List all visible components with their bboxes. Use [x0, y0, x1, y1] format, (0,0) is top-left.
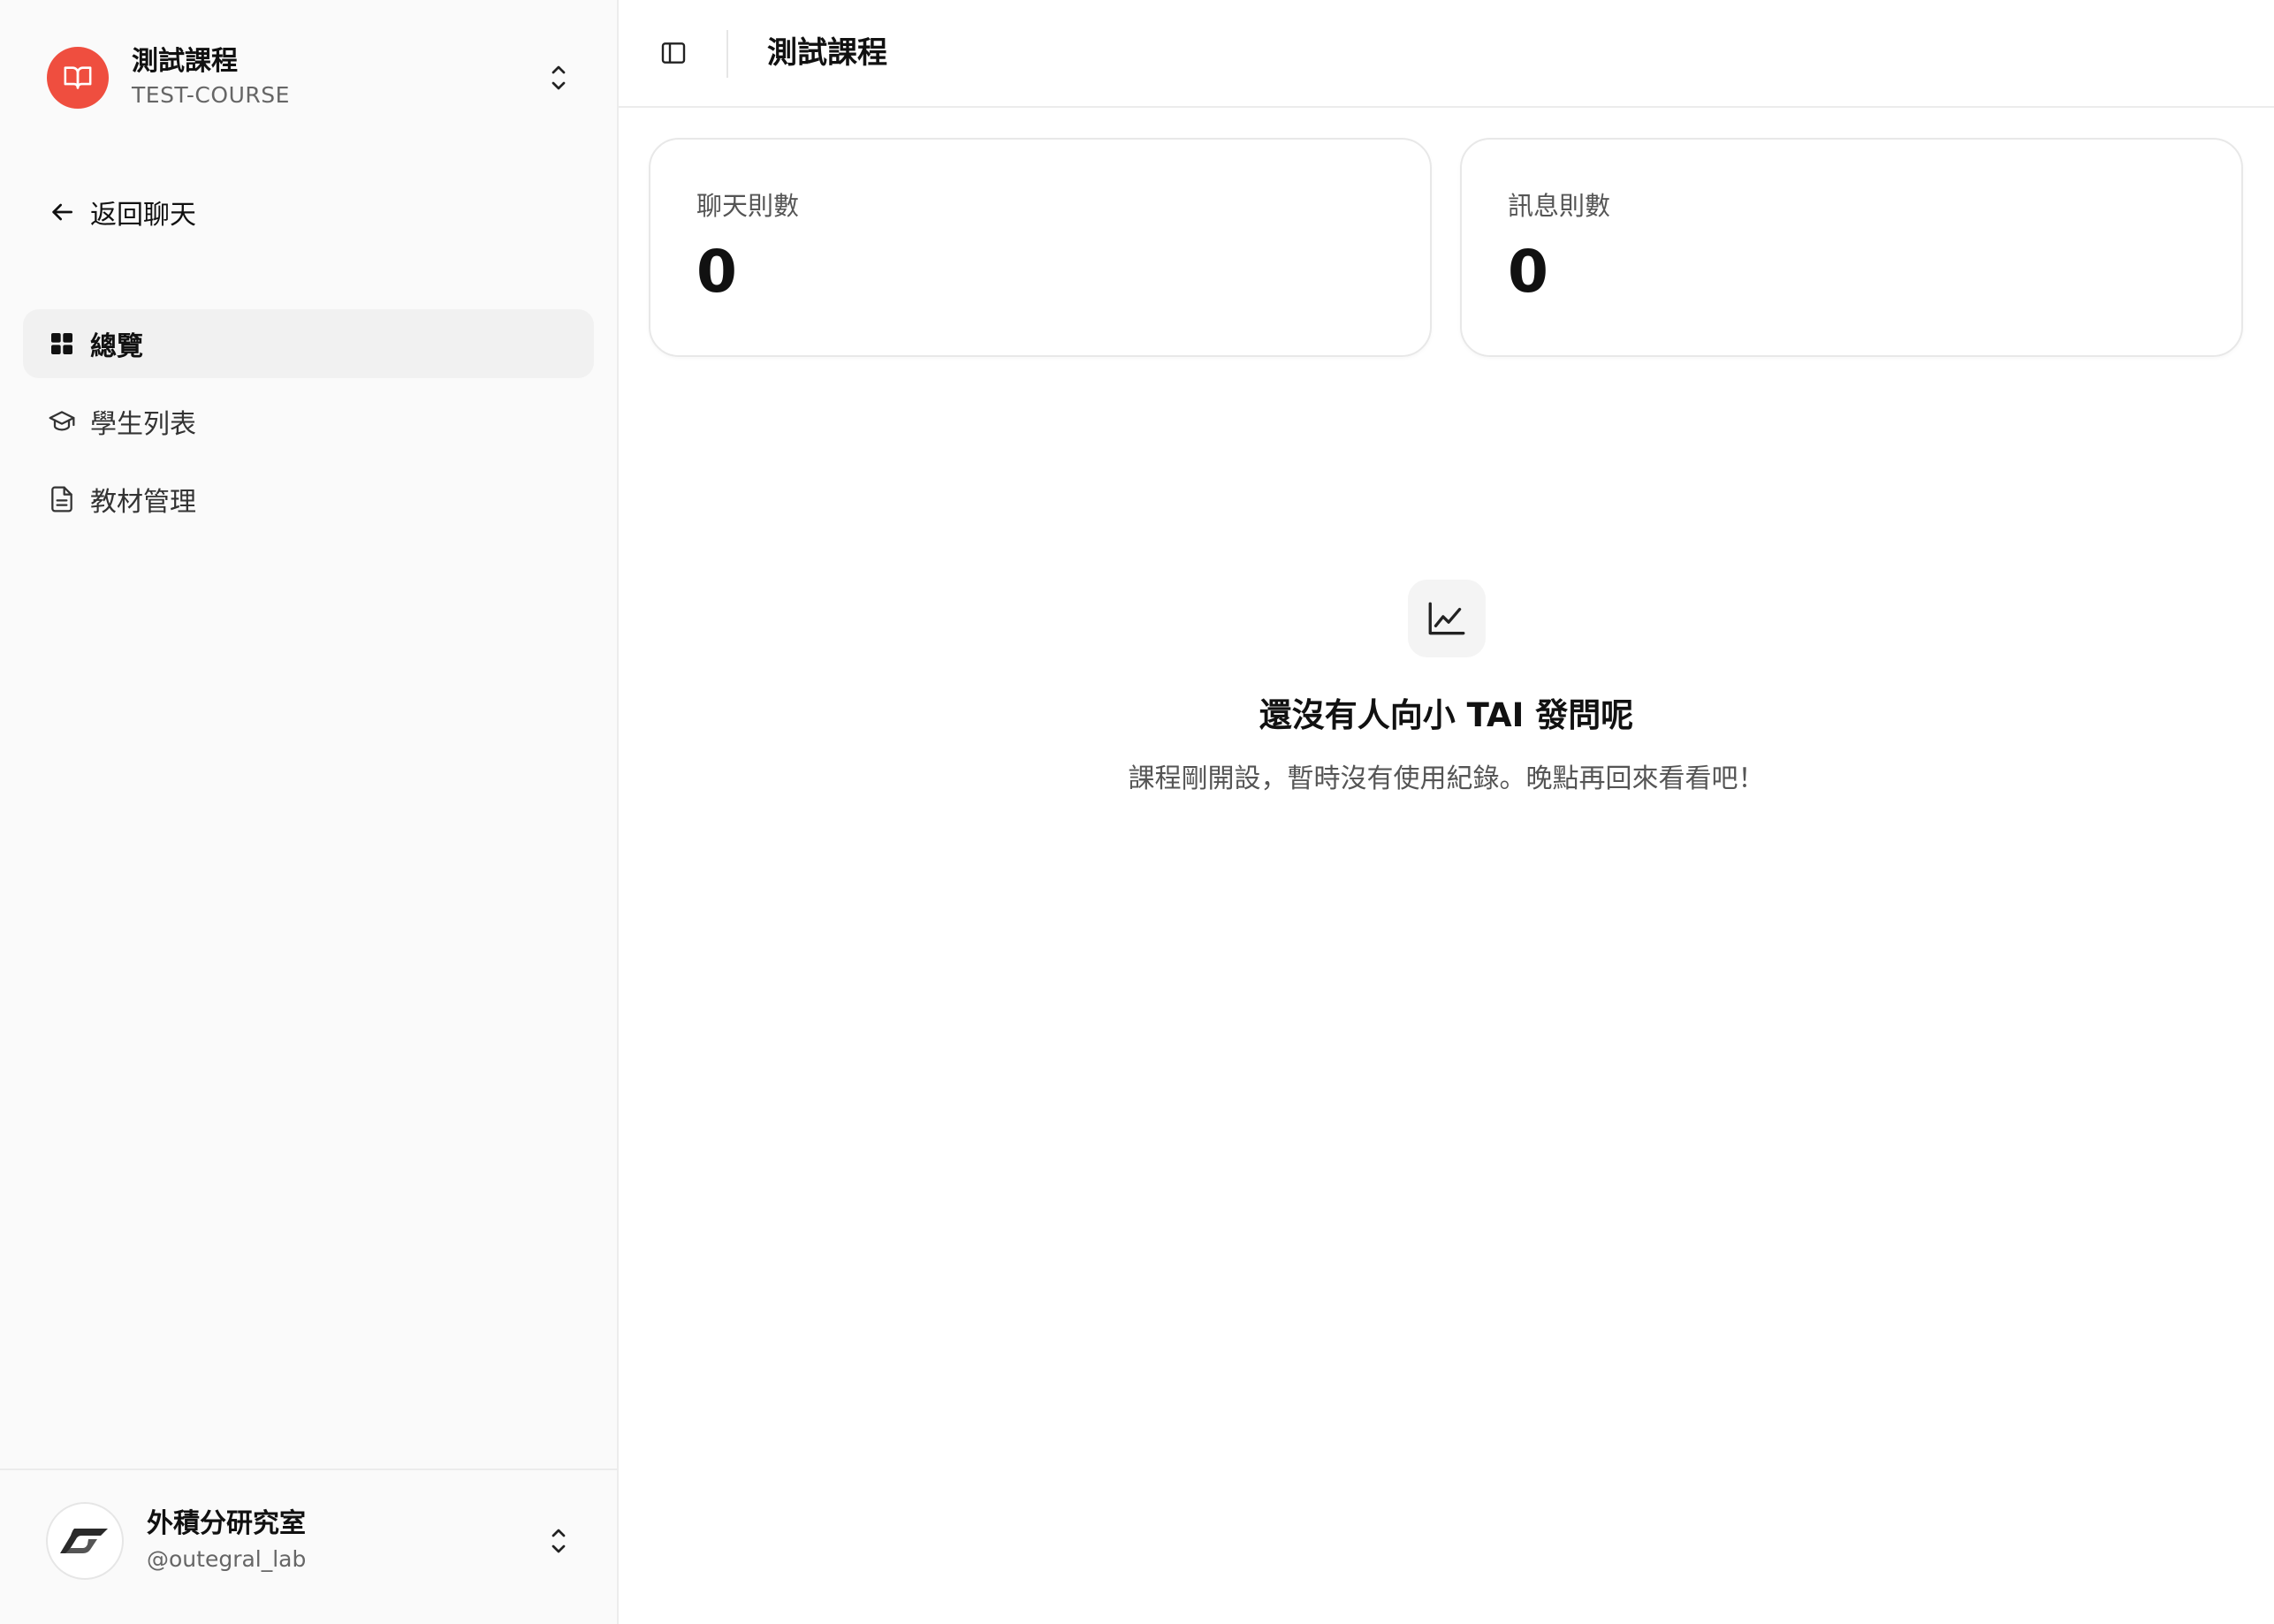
outegral-logo-icon	[60, 1529, 108, 1553]
org-switcher[interactable]: 外積分研究室 @outegral_lab	[23, 1488, 594, 1594]
stat-label: 訊息則數	[1508, 191, 1611, 221]
empty-state-icon-box	[1407, 580, 1486, 657]
course-text: 測試課程 TEST-COURSE	[132, 45, 290, 110]
org-avatar	[46, 1502, 124, 1580]
stats-row: 聊天則數 0 訊息則數 0	[649, 138, 2243, 357]
sidebar-item-label: 總覽	[90, 331, 143, 362]
sidebar-nav: 總覽 學生列表 教材管理	[23, 309, 594, 543]
line-chart-icon	[1428, 602, 1464, 635]
sidebar-item-overview[interactable]: 總覽	[23, 309, 594, 378]
page-title: 測試課程	[767, 35, 887, 71]
course-code: TEST-COURSE	[132, 82, 290, 108]
stat-label: 聊天則數	[696, 191, 800, 221]
topbar: 測試課程	[619, 0, 2274, 108]
course-switcher[interactable]: 測試課程 TEST-COURSE	[23, 27, 594, 129]
back-to-chat-label: 返回聊天	[90, 200, 196, 231]
sidebar-item-label: 學生列表	[90, 409, 196, 440]
back-to-chat-link[interactable]: 返回聊天	[23, 186, 594, 239]
stat-value: 0	[1508, 238, 1548, 306]
sidebar-footer: 外積分研究室 @outegral_lab	[0, 1468, 617, 1624]
arrow-left-icon	[52, 203, 72, 221]
sidebar-toggle-button[interactable]	[654, 34, 693, 72]
sidebar-item-materials[interactable]: 教材管理	[23, 465, 594, 534]
org-text: 外積分研究室 @outegral_lab	[147, 1506, 306, 1575]
org-name: 外積分研究室	[147, 1508, 306, 1539]
empty-state-description: 課程剛開設，暫時沒有使用紀錄。晚點再回來看看吧！	[1128, 763, 1765, 794]
sidebar-toggle-icon	[661, 42, 686, 64]
chevron-up-down-icon	[551, 65, 566, 90]
sidebar-item-label: 教材管理	[90, 487, 196, 518]
graduation-cap-icon	[49, 411, 75, 431]
stat-card-chats: 聊天則數 0	[649, 138, 1432, 357]
empty-state-title: 還沒有人向小 TAI 發問呢	[1259, 696, 1634, 734]
main-content: 測試課程 聊天則數 0 訊息則數 0 還沒有人向小 TAI 發問呢 課程剛開設，…	[619, 0, 2274, 1624]
sidebar-item-students[interactable]: 學生列表	[23, 387, 594, 456]
app-root: 測試課程 TEST-COURSE 返回聊天 總覽 學生列表 教材管理 外積分研究…	[0, 0, 2274, 1624]
document-icon	[51, 486, 72, 512]
empty-state: 還沒有人向小 TAI 發問呢 課程剛開設，暫時沒有使用紀錄。晚點再回來看看吧！	[619, 580, 2274, 797]
course-avatar	[47, 47, 109, 109]
open-book-icon	[64, 66, 92, 89]
topbar-divider	[726, 30, 728, 78]
course-title: 測試課程	[132, 46, 238, 77]
chevron-up-down-icon	[551, 1529, 566, 1553]
stat-value: 0	[696, 238, 737, 306]
stat-card-messages: 訊息則數 0	[1460, 138, 2243, 357]
grid-icon	[51, 333, 72, 354]
sidebar: 測試課程 TEST-COURSE 返回聊天 總覽 學生列表 教材管理 外積分研究…	[0, 0, 619, 1624]
org-handle: @outegral_lab	[147, 1546, 307, 1572]
